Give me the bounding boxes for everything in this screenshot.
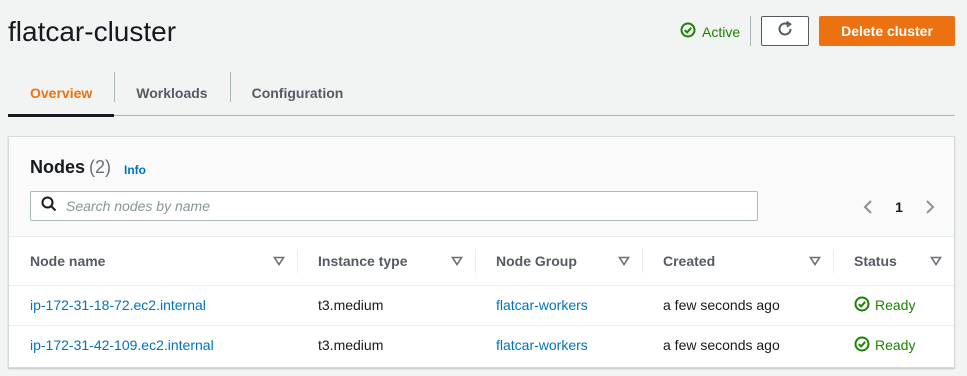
tab-configuration[interactable]: Configuration: [229, 70, 366, 116]
search-input[interactable]: [66, 198, 716, 214]
created-cell: a few seconds ago: [663, 337, 780, 354]
column-header-status[interactable]: Status: [833, 237, 954, 286]
nodes-heading: Nodes (2): [30, 157, 111, 178]
search-icon: [41, 196, 57, 217]
instance-type-cell: t3.medium: [318, 337, 384, 354]
chevron-right-icon[interactable]: [921, 198, 939, 216]
sort-caret-icon: [930, 253, 942, 269]
status-ok-icon: [680, 22, 696, 41]
sort-caret-icon: [451, 253, 463, 269]
nodes-panel: Nodes(2) Info 1 Node name Instance: [8, 136, 955, 368]
column-header-node-group[interactable]: Node Group: [475, 237, 642, 286]
node-name-link[interactable]: ip-172-31-18-72.ec2.internal: [30, 297, 206, 313]
page-title: flatcar-cluster: [8, 16, 177, 47]
sort-caret-icon: [809, 253, 821, 269]
node-status: Ready: [854, 336, 954, 355]
info-link[interactable]: Info: [124, 163, 146, 177]
refresh-icon: [776, 20, 794, 43]
chevron-left-icon[interactable]: [859, 198, 877, 216]
column-header-created[interactable]: Created: [642, 237, 833, 286]
pagination: 1: [859, 197, 939, 217]
tab-overview[interactable]: Overview: [8, 70, 115, 117]
sort-caret-icon: [273, 253, 285, 269]
table-row: ip-172-31-42-109.ec2.internal t3.medium …: [9, 325, 954, 365]
status-label: Active: [702, 23, 741, 40]
nodes-panel-header: Nodes(2) Info 1: [9, 137, 954, 237]
column-header-instance-type[interactable]: Instance type: [297, 237, 475, 286]
search-box: [30, 191, 758, 221]
created-cell: a few seconds ago: [642, 285, 833, 326]
node-group-link[interactable]: flatcar-workers: [496, 297, 588, 313]
instance-type-cell: t3.medium: [297, 285, 475, 326]
cluster-status: Active: [680, 22, 740, 41]
node-group-link[interactable]: flatcar-workers: [496, 337, 588, 353]
column-header-node-name[interactable]: Node name: [9, 237, 297, 286]
table-row: ip-172-31-18-72.ec2.internal t3.medium f…: [9, 285, 954, 326]
node-status: Ready: [854, 296, 954, 315]
nodes-count: (2): [89, 157, 112, 177]
nodes-table: Node name Instance type Node Group Creat…: [9, 237, 954, 365]
node-name-link[interactable]: ip-172-31-42-109.ec2.internal: [30, 337, 214, 353]
refresh-button[interactable]: [761, 16, 809, 46]
node-status-label: Ready: [875, 297, 916, 313]
tab-bar: Overview Workloads Configuration: [8, 70, 955, 117]
page-number[interactable]: 1: [877, 199, 921, 215]
tab-workloads[interactable]: Workloads: [114, 70, 229, 116]
table-header-row: Node name Instance type Node Group Creat…: [9, 237, 954, 286]
delete-cluster-button[interactable]: Delete cluster: [819, 16, 955, 46]
node-status-label: Ready: [875, 337, 916, 354]
nodes-title: Nodes: [30, 157, 86, 177]
header-divider: [750, 16, 751, 46]
status-ok-icon: [854, 296, 870, 315]
status-ok-icon: [854, 336, 870, 355]
sort-caret-icon: [618, 253, 630, 269]
